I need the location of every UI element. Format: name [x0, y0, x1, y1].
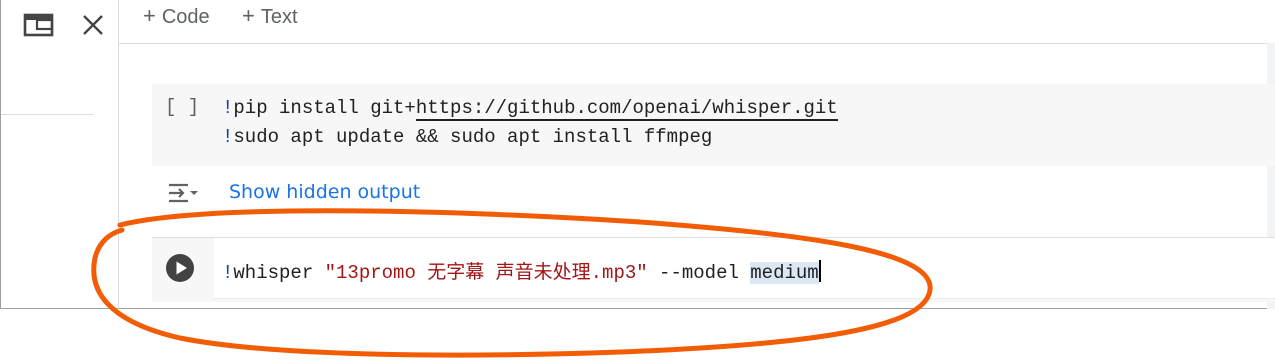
- add-code-label: Code: [161, 6, 210, 28]
- notebook-toolbar: + Code + Text: [119, 0, 1275, 44]
- add-text-label: Text: [260, 6, 298, 28]
- add-code-button[interactable]: + Code: [143, 2, 210, 30]
- selected-text: medium: [750, 262, 819, 284]
- code-line-whisper[interactable]: !whisper "13promo 无字幕 声音未处理.mp3" --model…: [222, 257, 821, 284]
- args-text: --model: [647, 262, 751, 284]
- run-cell-button[interactable]: [166, 254, 194, 282]
- close-icon[interactable]: [81, 13, 105, 42]
- run-indicator[interactable]: [ ]: [165, 96, 199, 118]
- command-text: whisper: [233, 262, 325, 284]
- plus-icon: +: [143, 3, 156, 28]
- text-cursor: [818, 260, 821, 282]
- code-line-1[interactable]: !pip install git+https://github.com/open…: [222, 97, 838, 121]
- bang: !: [222, 97, 234, 119]
- plus-icon: +: [242, 3, 255, 28]
- bang: !: [222, 262, 234, 284]
- command-text: sudo apt update && sudo apt install ffmp…: [233, 126, 713, 148]
- repo-link[interactable]: https://github.com/openai/whisper.git: [415, 97, 838, 121]
- add-text-button[interactable]: + Text: [242, 2, 298, 30]
- filename-string: "13promo 无字幕 声音未处理.mp3": [324, 262, 648, 284]
- command-text: pip install git+: [233, 97, 416, 119]
- code-line-2[interactable]: !sudo apt update && sudo apt install ffm…: [222, 126, 712, 148]
- window-restore-icon[interactable]: [23, 12, 55, 43]
- bang: !: [222, 126, 234, 148]
- play-icon: [166, 254, 194, 282]
- left-panel: [1, 0, 119, 309]
- show-hidden-output-link[interactable]: Show hidden output: [229, 181, 420, 203]
- panel-divider: [1, 114, 93, 115]
- expand-output-icon[interactable]: [166, 180, 200, 211]
